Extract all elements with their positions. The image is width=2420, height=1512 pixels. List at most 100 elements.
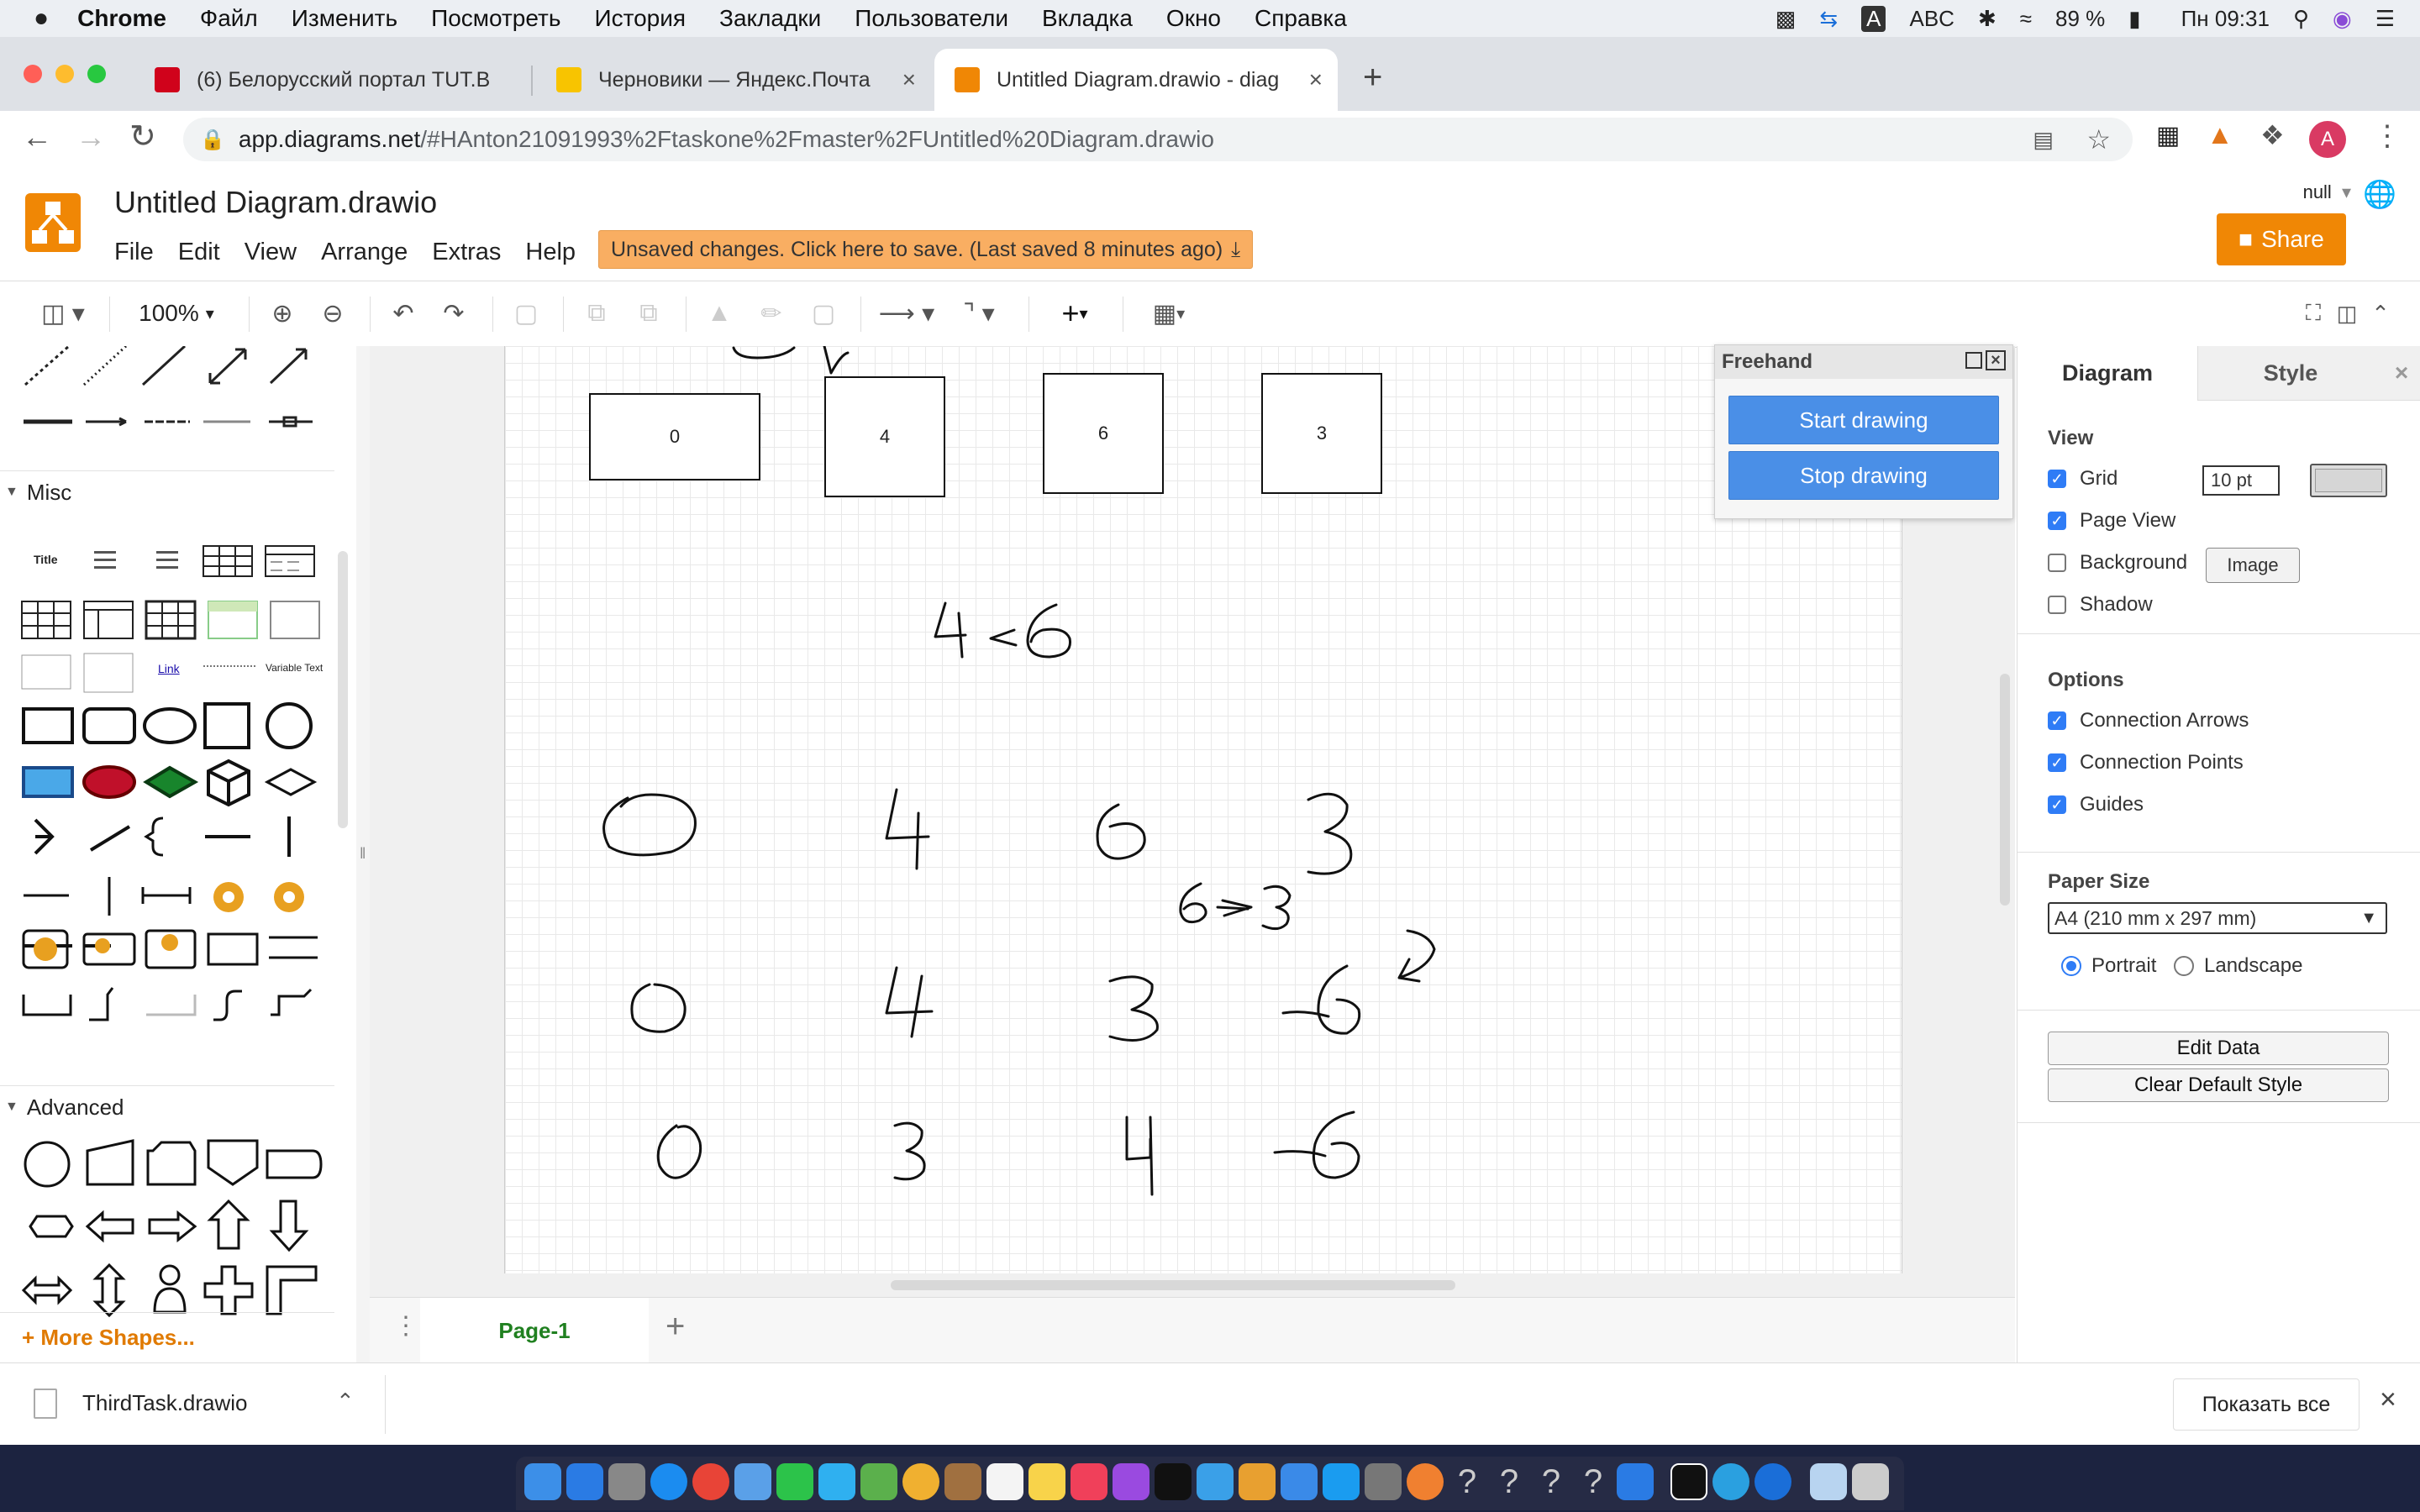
menubar-item-help[interactable]: Справка bbox=[1255, 5, 1347, 32]
misc-numbered-list-shape[interactable] bbox=[151, 548, 187, 573]
unknown-app-icon[interactable]: ? bbox=[1533, 1463, 1570, 1500]
misc-list-shape[interactable] bbox=[89, 548, 124, 573]
tab-style[interactable]: Style bbox=[2197, 346, 2383, 401]
background-image-button[interactable]: Image bbox=[2206, 548, 2300, 583]
apple-icon[interactable]: ● bbox=[34, 4, 49, 33]
edit-data-button[interactable]: Edit Data bbox=[2048, 1032, 2389, 1065]
grid-color-swatch[interactable] bbox=[2310, 464, 2387, 497]
misc-grid-shapes-row[interactable] bbox=[18, 598, 329, 642]
menu-edit[interactable]: Edit bbox=[178, 239, 220, 266]
freehand-sketch-layer[interactable] bbox=[505, 346, 1902, 1273]
add-page-icon[interactable]: + bbox=[666, 1308, 685, 1346]
telegram-icon[interactable] bbox=[1712, 1463, 1749, 1500]
rocket-icon[interactable] bbox=[608, 1463, 645, 1500]
messages-icon[interactable] bbox=[818, 1463, 855, 1500]
share-button[interactable]: ■ Share bbox=[2217, 213, 2346, 265]
system-preferences-icon[interactable] bbox=[1365, 1463, 1402, 1500]
close-shelf-icon[interactable]: × bbox=[2380, 1383, 2396, 1416]
finder-icon[interactable] bbox=[524, 1463, 561, 1500]
panel-resize-handle[interactable]: ‖ bbox=[356, 346, 370, 1362]
unsaved-changes-button[interactable]: Unsaved changes. Click here to save. (La… bbox=[598, 230, 1254, 269]
qr-code-icon[interactable]: ▦ bbox=[2156, 121, 2180, 150]
menubar-item-edit[interactable]: Изменить bbox=[292, 5, 397, 32]
metamask-extension-icon[interactable]: ▲ bbox=[2207, 119, 2233, 150]
menubar-item-bookmarks[interactable]: Закладки bbox=[719, 5, 821, 32]
clock[interactable]: Пн 09:31 bbox=[2181, 6, 2270, 32]
shadow-checkbox[interactable]: Shadow bbox=[2048, 593, 2153, 617]
address-bar[interactable]: 🔒 app.diagrams.net /#HAnton21091993%2Fta… bbox=[183, 118, 2133, 161]
downloads-folder-icon[interactable] bbox=[1810, 1463, 1847, 1500]
show-all-downloads-button[interactable]: Показать все bbox=[2173, 1378, 2360, 1431]
reminders-icon[interactable] bbox=[986, 1463, 1023, 1500]
minimize-icon[interactable] bbox=[1965, 352, 1982, 369]
misc-table2-shape[interactable] bbox=[264, 544, 318, 580]
podcasts-icon[interactable] bbox=[1113, 1463, 1150, 1500]
menu-extras[interactable]: Extras bbox=[432, 239, 501, 266]
grid-size-input[interactable]: 10 pt bbox=[2202, 465, 2280, 496]
connection-arrows-checkbox[interactable]: ✓ Connection Arrows bbox=[2048, 709, 2249, 732]
insert-plus-icon[interactable]: + ▾ bbox=[1045, 295, 1104, 332]
window-zoom-button[interactable] bbox=[87, 65, 106, 83]
misc-link-shape[interactable]: Link bbox=[158, 662, 180, 675]
zoom-in-icon[interactable]: ⊕ bbox=[266, 295, 299, 332]
facetime-icon[interactable] bbox=[776, 1463, 813, 1500]
document-title[interactable]: Untitled Diagram.drawio bbox=[114, 185, 437, 220]
bluetooth-icon[interactable]: ✱ bbox=[1978, 6, 1996, 32]
waypoints-icon[interactable]: ⌝ ▾ bbox=[950, 295, 1008, 332]
menu-arrange[interactable]: Arrange bbox=[321, 239, 408, 266]
display-icon[interactable]: ▩ bbox=[1776, 6, 1797, 32]
teamviewer-dock-icon[interactable] bbox=[1754, 1463, 1791, 1500]
misc-title-shape[interactable]: Title bbox=[34, 553, 58, 566]
translate-icon[interactable]: ▤ bbox=[2033, 127, 2054, 153]
menubar-item-window[interactable]: Окно bbox=[1166, 5, 1221, 32]
to-front-icon[interactable]: ⧉ bbox=[580, 295, 613, 332]
zoom-out-icon[interactable]: ⊖ bbox=[316, 295, 350, 332]
chrome-icon[interactable] bbox=[692, 1463, 729, 1500]
chevron-up-icon[interactable]: ⌃ bbox=[336, 1389, 355, 1415]
misc-dotted-shape[interactable] bbox=[203, 665, 255, 669]
pages-menu-icon[interactable]: ⋮ bbox=[393, 1311, 418, 1341]
close-tab-icon[interactable]: × bbox=[1309, 66, 1323, 93]
guides-checkbox[interactable]: ✓ Guides bbox=[2048, 793, 2144, 816]
input-method[interactable]: ABC bbox=[1909, 6, 1954, 32]
maps-icon[interactable] bbox=[860, 1463, 897, 1500]
misc-section-header[interactable]: ▼ Misc bbox=[0, 470, 334, 513]
battery-icon[interactable]: ▮ bbox=[2128, 6, 2140, 32]
misc-table-shape[interactable] bbox=[202, 544, 255, 580]
grid-checkbox[interactable]: ✓ Grid bbox=[2048, 467, 2118, 491]
menubar-item-file[interactable]: Файл bbox=[200, 5, 258, 32]
unknown-app-icon[interactable]: ? bbox=[1449, 1463, 1486, 1500]
clear-default-style-button[interactable]: Clear Default Style bbox=[2048, 1068, 2389, 1102]
portrait-radio[interactable]: Portrait bbox=[2061, 954, 2156, 978]
intellij-icon[interactable] bbox=[1670, 1463, 1707, 1500]
trash-icon[interactable] bbox=[1852, 1463, 1889, 1500]
keynote-icon[interactable] bbox=[1239, 1463, 1276, 1500]
pages-icon[interactable] bbox=[1281, 1463, 1318, 1500]
shadow-icon[interactable]: ▢ bbox=[807, 295, 840, 332]
back-icon[interactable]: ← bbox=[22, 119, 52, 155]
window-minimize-button[interactable] bbox=[55, 65, 74, 83]
advanced-shapes-grid[interactable] bbox=[18, 1139, 329, 1320]
freehand-dialog-header[interactable]: Freehand × bbox=[1715, 345, 2012, 379]
menu-view[interactable]: View bbox=[245, 239, 297, 266]
menu-help[interactable]: Help bbox=[525, 239, 576, 266]
download-file-name[interactable]: ThirdTask.drawio bbox=[82, 1390, 248, 1416]
connection-style-icon[interactable]: ⟶ ▾ bbox=[877, 295, 936, 332]
unknown-app-icon[interactable]: ? bbox=[1575, 1463, 1612, 1500]
more-shapes-button[interactable]: + More Shapes... bbox=[0, 1312, 334, 1362]
delete-icon[interactable]: ▢ bbox=[509, 295, 543, 332]
wifi-icon[interactable]: ≈ bbox=[2020, 6, 2032, 32]
photos-icon[interactable] bbox=[902, 1463, 939, 1500]
paper-size-select[interactable]: A4 (210 mm x 297 mm) ▼ bbox=[2048, 902, 2387, 934]
canvas-horizontal-scrollbar[interactable] bbox=[891, 1280, 1455, 1290]
shape-panel-scrollbar[interactable] bbox=[338, 551, 348, 828]
background-checkbox[interactable]: Background bbox=[2048, 551, 2187, 575]
user-select[interactable]: null ▾ bbox=[2303, 181, 2351, 203]
zoom-select[interactable]: 100% ▾ bbox=[126, 295, 227, 332]
browser-tab-drawio[interactable]: Untitled Diagram.drawio - diag × bbox=[934, 49, 1338, 111]
app-store-icon[interactable] bbox=[1323, 1463, 1360, 1500]
start-drawing-button[interactable]: Start drawing bbox=[1728, 396, 1999, 444]
landscape-radio[interactable]: Landscape bbox=[2174, 954, 2302, 978]
advanced-section-header[interactable]: ▼ Advanced bbox=[0, 1085, 334, 1128]
notification-center-icon[interactable]: ☰ bbox=[2375, 6, 2395, 32]
